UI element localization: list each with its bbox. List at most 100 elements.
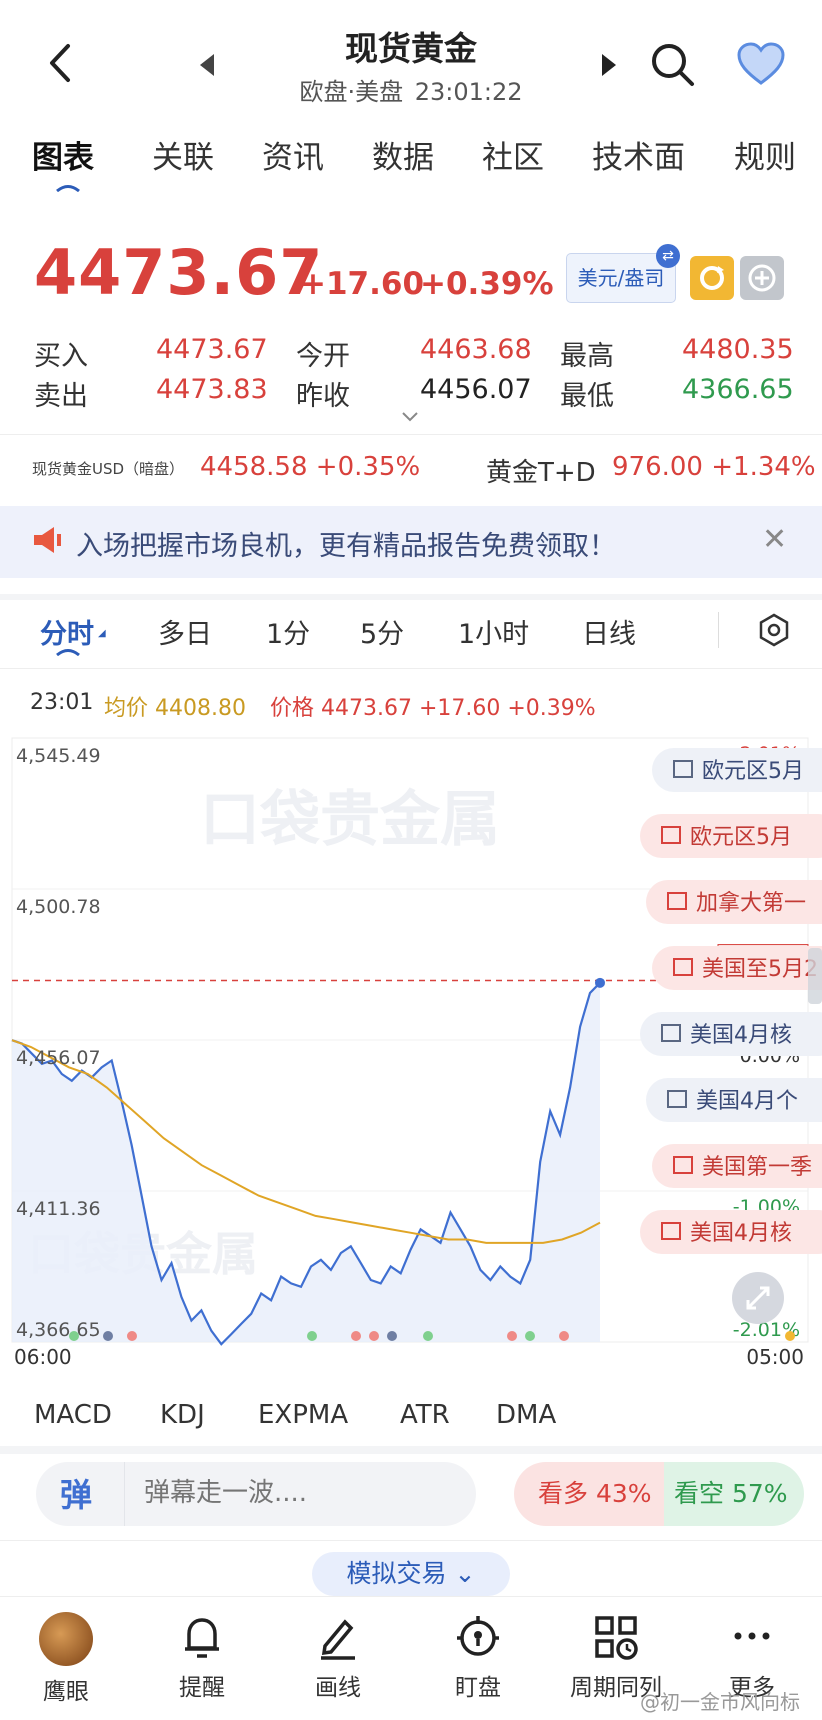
event-marker-dot [525, 1331, 535, 1341]
more-dots-icon [734, 1632, 770, 1640]
low-value: 4366.65 [682, 374, 794, 405]
session-info: 欧盘·美盘 23:01:22 [0, 72, 822, 107]
high-value: 4480.35 [682, 334, 794, 365]
indicator-kdj[interactable]: KDJ [160, 1400, 205, 1430]
current-price: 4473.67 [34, 236, 324, 309]
event-label: 欧元区5月 [702, 759, 804, 784]
event-label: 美国4月核 [690, 1023, 792, 1048]
chart-watermark: 口袋贵金属 [200, 785, 500, 855]
refresh-icon[interactable] [690, 256, 734, 300]
ref1-label: 现货黄金USD（暗盘） [32, 460, 185, 478]
settings-hexagon-icon[interactable] [756, 612, 792, 648]
simulated-trade-button[interactable]: 模拟交易 ⌄ [312, 1552, 510, 1596]
chart-info-time: 23:01 [30, 690, 94, 715]
period-tab-timeshare[interactable]: 分时 [40, 612, 94, 651]
event-label: 美国4月个 [696, 1089, 798, 1114]
indicator-expma[interactable]: EXPMA [258, 1400, 348, 1430]
active-period-indicator [56, 649, 80, 656]
open-value: 4463.68 [420, 334, 532, 365]
tab-technical[interactable]: 技术面 [592, 132, 685, 177]
tab-news[interactable]: 资讯 [262, 132, 324, 177]
nav-draw[interactable]: 画线 [278, 1612, 398, 1702]
x-tick-label: 06:00 [14, 1345, 72, 1369]
dropdown-triangle-icon: ◢ [98, 628, 106, 639]
low-label: 最低 [560, 381, 614, 412]
event-marker-dot [127, 1331, 137, 1341]
banner-text[interactable]: 入场把握市场良机，更有精品报告免费领取！ [76, 524, 616, 563]
event-marker-dot [307, 1331, 317, 1341]
event-label: 加拿大第一 [696, 890, 806, 916]
active-tab-indicator [56, 185, 80, 192]
event-label: 美国4月核 [690, 1221, 792, 1246]
y-tick-label: 4,545.49 [16, 745, 101, 767]
indicator-macd[interactable]: MACD [34, 1400, 112, 1430]
tab-chart[interactable]: 图表 [32, 132, 94, 177]
buy-label: 买入 [34, 341, 88, 372]
indicator-atr[interactable]: ATR [400, 1400, 450, 1430]
side-handle [808, 948, 822, 1004]
tab-rules[interactable]: 规则 [734, 132, 796, 177]
period-tab-1hour[interactable]: 1小时 [458, 612, 529, 651]
period-tab-5min[interactable]: 5分 [360, 612, 404, 651]
period-tab-daily[interactable]: 日线 [582, 612, 636, 651]
period-tab-1min[interactable]: 1分 [266, 612, 310, 651]
price-change: +17.60 [300, 266, 425, 302]
tab-data[interactable]: 数据 [372, 132, 434, 177]
x-tick-label: 05:00 [746, 1345, 804, 1369]
nav-label: 画线 [315, 1675, 361, 1701]
event-marker-dot [387, 1331, 397, 1341]
chart-info-average: 均价 4408.80 [104, 696, 246, 721]
divider [124, 1462, 125, 1526]
y-tick-label: 4,366.65 [16, 1319, 101, 1341]
intraday-chart[interactable]: 口袋贵金属口袋贵金属4473.674,545.494,500.784,456.0… [0, 730, 822, 1370]
event-marker-dot [559, 1331, 569, 1341]
tab-community[interactable]: 社区 [482, 132, 544, 177]
last-point-dot [595, 977, 605, 988]
close-icon[interactable]: ✕ [762, 522, 787, 557]
nav-eagle-eye[interactable]: 鹰眼 [6, 1612, 126, 1706]
event-marker-dot [507, 1331, 517, 1341]
search-icon[interactable] [648, 40, 696, 88]
ref1-value: 4458.58 +0.35% [200, 452, 421, 482]
barrage-icon[interactable]: 弹 [60, 1470, 92, 1516]
grid-clock-icon [595, 1616, 638, 1660]
open-label: 今开 [296, 341, 350, 372]
divider [0, 668, 822, 669]
speaker-icon [34, 527, 61, 553]
divider [718, 612, 719, 648]
price-change-pct: +0.39% [420, 266, 554, 302]
divider [0, 434, 822, 435]
ref2-label: 黄金T+D [486, 458, 596, 488]
favorite-heart-icon[interactable] [736, 42, 786, 86]
ref2-value: 976.00 +1.34% [612, 452, 816, 482]
tab-bar: 图表 关联 资讯 数据 社区 技术面 规则 [0, 132, 822, 192]
event-marker-dot [69, 1331, 79, 1341]
indicator-dma[interactable]: DMA [496, 1400, 556, 1430]
plus-circle-icon[interactable] [740, 256, 784, 300]
section-divider [0, 594, 822, 600]
chevron-down-icon[interactable] [400, 410, 420, 424]
next-instrument-icon[interactable] [602, 54, 616, 76]
event-label: 美国至5月2 [702, 957, 818, 982]
event-label: 美国第一季 [702, 1155, 812, 1180]
prev-close-value: 4456.07 [420, 374, 532, 405]
tab-related[interactable]: 关联 [152, 132, 214, 177]
section-divider [0, 1446, 822, 1454]
chart-info-price: 价格 4473.67 +17.60 +0.39% [270, 696, 596, 721]
buy-value: 4473.67 [156, 334, 268, 365]
vote-bull-button[interactable]: 看多 43% [514, 1462, 664, 1526]
divider [0, 1540, 822, 1541]
y-tick-label: 4,500.78 [16, 896, 101, 918]
nav-watch[interactable]: 盯盘 [418, 1612, 538, 1702]
event-marker-dot [369, 1331, 379, 1341]
nav-alert[interactable]: 提醒 [142, 1612, 262, 1702]
price-area [12, 982, 600, 1345]
period-tab-multiday[interactable]: 多日 [158, 612, 212, 651]
event-marker-dot [103, 1331, 113, 1341]
session-time: 23:01:22 [414, 78, 523, 106]
source-watermark: @初一金市风向标 [640, 1690, 800, 1714]
nav-label: 鹰眼 [43, 1679, 89, 1705]
vote-bear-button[interactable]: 看空 57% [664, 1462, 804, 1526]
barrage-input[interactable] [144, 1478, 464, 1508]
swap-icon[interactable]: ⇄ [656, 244, 680, 268]
